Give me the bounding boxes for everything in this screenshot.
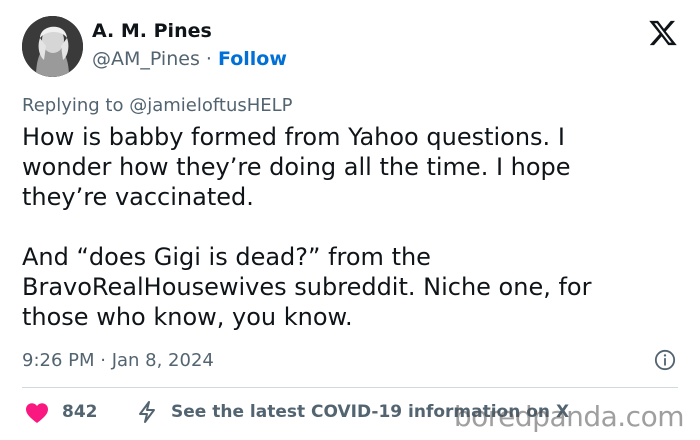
x-logo-icon[interactable] bbox=[648, 18, 678, 48]
author-handle[interactable]: @AM_Pines bbox=[92, 48, 200, 70]
info-icon[interactable] bbox=[654, 349, 676, 371]
lightning-bolt-icon bbox=[139, 401, 155, 423]
tweet-paragraph: And “does Gigi is dead?” from the BravoR… bbox=[22, 243, 592, 331]
avatar-portrait-icon bbox=[22, 16, 83, 77]
tweet-card: A. M. Pines @AM_Pines · Follow Replying … bbox=[0, 0, 700, 440]
tweet-paragraph: How is babby formed from Yahoo questions… bbox=[22, 123, 571, 211]
follow-button[interactable]: Follow bbox=[218, 48, 287, 70]
footer-divider bbox=[22, 387, 678, 388]
tweet-body: How is babby formed from Yahoo questions… bbox=[22, 122, 682, 332]
boredpanda-watermark: boredpanda.com bbox=[453, 400, 685, 433]
like-count: 842 bbox=[62, 402, 98, 422]
author-display-name[interactable]: A. M. Pines bbox=[92, 20, 212, 42]
reply-context: Replying to @jamieloftusHELP bbox=[22, 95, 293, 116]
reply-prefix: Replying to bbox=[22, 95, 124, 116]
author-handle-row: @AM_Pines · Follow bbox=[92, 48, 287, 70]
heart-icon[interactable] bbox=[25, 402, 49, 424]
author-avatar[interactable] bbox=[22, 16, 83, 77]
handle-separator: · bbox=[205, 48, 212, 70]
tweet-timestamp[interactable]: 9:26 PM · Jan 8, 2024 bbox=[22, 350, 214, 371]
reply-handle[interactable]: @jamieloftusHELP bbox=[129, 95, 292, 116]
